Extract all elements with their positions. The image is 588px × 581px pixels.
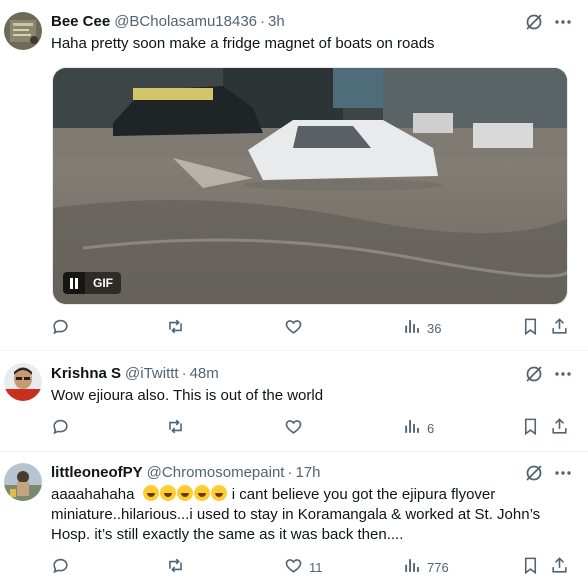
tweet-text: Wow ejioura also. This is out of the wor… [51, 387, 324, 404]
repost-icon [166, 556, 185, 578]
rofl-emoji-icon [159, 485, 176, 501]
rofl-emoji-icon [176, 485, 193, 501]
tweet-1[interactable]: Bee Cee @BCholasamu18436 · 3h Haha prett… [0, 0, 588, 350]
views-count: 36 [427, 320, 442, 336]
rofl-emoji-icon [193, 485, 210, 501]
avatar[interactable] [4, 12, 42, 50]
repost-icon [166, 417, 185, 439]
separator-dot: · [260, 12, 266, 30]
like-button[interactable] [284, 417, 309, 439]
like-button[interactable] [284, 317, 309, 339]
display-name[interactable]: Krishna S [51, 365, 121, 382]
repost-button[interactable] [166, 556, 191, 578]
gif-label: GIF [85, 272, 121, 294]
gif-controls[interactable]: GIF [63, 272, 121, 294]
more-icon[interactable] [553, 463, 573, 483]
share-button[interactable] [550, 417, 569, 439]
tweet-text: aaaahahaha i cant believe you got the ej… [51, 485, 571, 545]
like-icon [284, 317, 303, 339]
user-handle[interactable]: @iTwittt [125, 365, 179, 382]
tweet-actions: 11 776 [0, 556, 588, 578]
text-prefix: aaaahahaha [51, 486, 135, 503]
grok-icon[interactable] [524, 463, 544, 483]
separator-dot: · [287, 463, 293, 481]
reply-icon [51, 417, 70, 439]
reply-button[interactable] [51, 317, 76, 339]
bookmark-icon [521, 317, 540, 339]
tweet-text-line-3: Hosp. it’s still exactly the same as it … [51, 526, 404, 543]
rofl-emoji-icon [142, 485, 159, 501]
reply-icon [51, 317, 70, 339]
views-count: 6 [427, 420, 435, 436]
reply-button[interactable] [51, 417, 76, 439]
like-icon [284, 417, 303, 439]
views-button[interactable]: 776 [402, 556, 449, 578]
share-icon [550, 556, 569, 578]
text-line-1-suffix: i cant believe you got the ejipura flyov… [227, 486, 496, 503]
timestamp[interactable]: 48m [190, 365, 219, 382]
emoji-group [142, 485, 228, 503]
rofl-emoji-icon [210, 485, 227, 501]
grok-icon[interactable] [524, 12, 544, 32]
bookmark-icon [521, 556, 540, 578]
bookmark-icon [521, 417, 540, 439]
tweet-header: Krishna S @iTwittt · 48m [51, 363, 219, 383]
separator-dot: · [181, 364, 187, 382]
gif-media[interactable]: GIF [52, 67, 568, 305]
share-icon [550, 417, 569, 439]
like-count: 11 [309, 559, 323, 575]
grok-icon[interactable] [524, 364, 544, 384]
repost-button[interactable] [166, 417, 191, 439]
bookmark-button[interactable] [521, 317, 540, 339]
reply-button[interactable] [51, 556, 76, 578]
views-button[interactable]: 36 [402, 317, 441, 339]
timestamp[interactable]: 3h [268, 13, 285, 30]
share-button[interactable] [550, 317, 569, 339]
repost-icon [166, 317, 185, 339]
bookmark-button[interactable] [521, 417, 540, 439]
avatar[interactable] [4, 363, 42, 401]
reply-icon [51, 556, 70, 578]
tweet-header: littleoneofPY @Chromosomepaint · 17h [51, 462, 321, 482]
bookmark-button[interactable] [521, 556, 540, 578]
pause-icon[interactable] [63, 272, 85, 294]
more-icon[interactable] [553, 364, 573, 384]
display-name[interactable]: littleoneofPY [51, 464, 143, 481]
tweet-2[interactable]: Krishna S @iTwittt · 48m Wow ejioura als… [0, 351, 588, 451]
repost-button[interactable] [166, 317, 191, 339]
tweet-text-line-2: miniature..hilarious...i used to stay in… [51, 506, 541, 523]
tweet-text-line-1: aaaahahaha i cant believe you got the ej… [51, 485, 571, 505]
like-icon [284, 556, 303, 578]
tweet-actions: 6 [0, 417, 588, 439]
more-icon[interactable] [553, 12, 573, 32]
views-icon [402, 317, 421, 339]
views-icon [402, 417, 421, 439]
views-count: 776 [427, 559, 449, 575]
share-icon [550, 317, 569, 339]
tweet-3[interactable]: littleoneofPY @Chromosomepaint · 17h aaa… [0, 452, 588, 581]
views-icon [402, 556, 421, 578]
share-button[interactable] [550, 556, 569, 578]
timestamp[interactable]: 17h [295, 464, 320, 481]
display-name[interactable]: Bee Cee [51, 13, 110, 30]
tweet-text: Haha pretty soon make a fridge magnet of… [51, 35, 435, 52]
avatar[interactable] [4, 463, 42, 501]
views-button[interactable]: 6 [402, 417, 434, 439]
like-button[interactable]: 11 [284, 556, 323, 578]
tweet-header: Bee Cee @BCholasamu18436 · 3h [51, 11, 285, 31]
tweet-actions: 36 [0, 317, 588, 339]
user-handle[interactable]: @Chromosomepaint [147, 464, 285, 481]
user-handle[interactable]: @BCholasamu18436 [114, 13, 257, 30]
